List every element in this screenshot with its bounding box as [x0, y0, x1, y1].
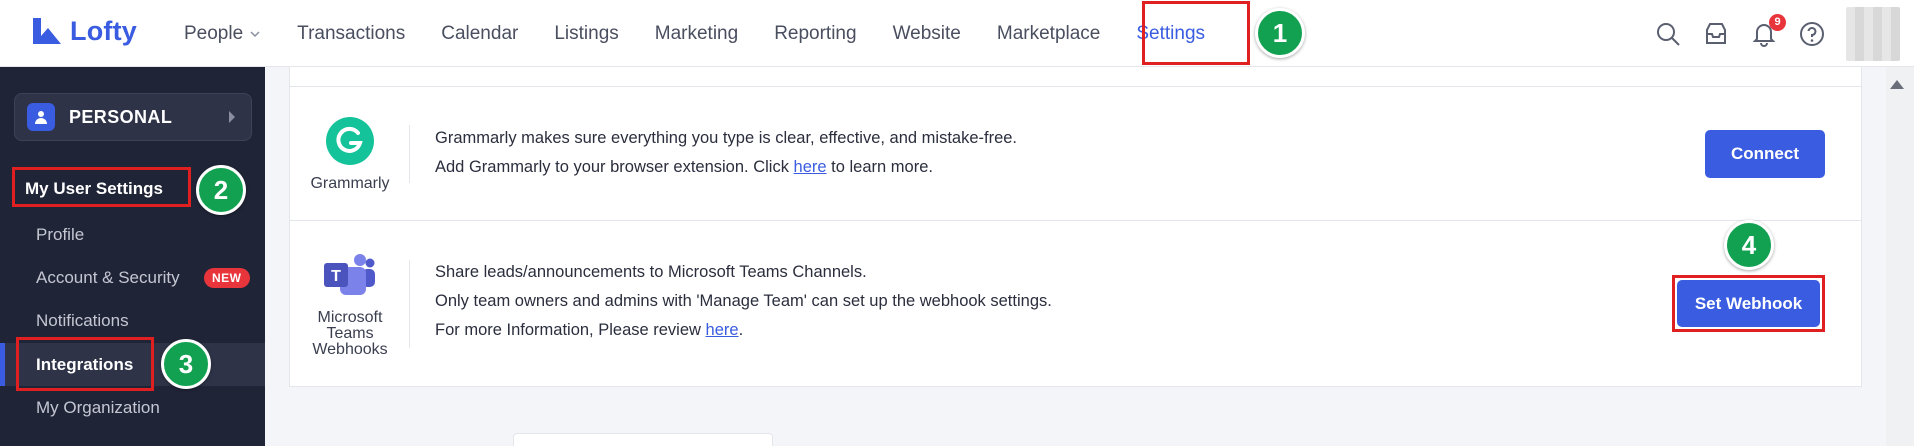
highlight-box-my-user-settings [12, 167, 191, 207]
step-marker-4: 4 [1724, 220, 1774, 270]
nav-reporting[interactable]: Reporting [756, 0, 874, 67]
sidebar-item-my-organization[interactable]: My Organization [36, 398, 160, 418]
grammarly-desc-line1: Grammarly makes sure everything you type… [435, 129, 1018, 147]
grammarly-divider [409, 125, 410, 183]
grammarly-name: Grammarly [310, 175, 390, 192]
help-icon[interactable] [1798, 20, 1826, 48]
nav-transactions[interactable]: Transactions [279, 0, 423, 67]
teams-name-line1: Microsoft [317, 309, 383, 326]
inbox-icon[interactable] [1702, 20, 1730, 48]
main-nav: People Transactions Calendar Listings Ma… [166, 0, 1223, 67]
highlight-box-set-webhook [1672, 275, 1825, 332]
teams-here-link[interactable]: here [706, 321, 739, 339]
grammarly-description: Grammarly makes sure everything you type… [435, 124, 1017, 182]
sidebar-item-profile[interactable]: Profile [36, 225, 84, 245]
chevron-right-icon [229, 111, 235, 123]
step-marker-2: 2 [196, 165, 246, 215]
grammarly-logo [326, 117, 374, 165]
sidebar-item-account-security[interactable]: Account & Security [36, 268, 180, 288]
bell-icon[interactable]: 9 [1750, 13, 1786, 48]
connect-button[interactable]: Connect [1705, 130, 1825, 178]
workspace-label: PERSONAL [69, 106, 173, 127]
sidebar-active-indicator [0, 343, 5, 386]
scroll-up-icon[interactable] [1890, 80, 1904, 89]
person-icon [27, 103, 55, 131]
svg-text:T: T [331, 268, 341, 285]
step-marker-1: 1 [1255, 8, 1305, 58]
nav-listings[interactable]: Listings [536, 0, 636, 67]
teams-desc-line3: For more Information, Please review here… [435, 316, 1052, 345]
teams-name-line2: Teams [326, 325, 374, 342]
top-icons: 9 [1654, 0, 1900, 67]
chevron-down-icon [250, 30, 260, 37]
nav-calendar[interactable]: Calendar [423, 0, 536, 67]
grammarly-desc-suffix: to learn more. [826, 158, 933, 176]
microsoft-teams-icon: T [324, 254, 375, 295]
teams-logo: T [322, 251, 376, 299]
sidebar: PERSONAL My User Settings Profile Accoun… [0, 67, 265, 446]
card-divider [289, 86, 1862, 87]
avatar[interactable] [1846, 6, 1900, 61]
logo-text: Lofty [70, 15, 137, 46]
grammarly-desc-line2: Add Grammarly to your browser extension.… [435, 153, 1017, 182]
teams-desc-line2: Only team owners and admins with 'Manage… [435, 292, 1052, 310]
top-nav-bar: Lofty People Transactions Calendar Listi… [0, 0, 1914, 67]
nav-marketplace[interactable]: Marketplace [979, 0, 1119, 67]
teams-name: Microsoft Teams Webhooks [300, 310, 400, 358]
nav-people-label: People [184, 22, 244, 44]
teams-desc-suffix: . [738, 321, 744, 339]
bottom-panel [513, 433, 773, 446]
sidebar-item-notifications[interactable]: Notifications [36, 311, 129, 331]
lofty-logo-icon [33, 18, 61, 44]
workspace-switcher[interactable]: PERSONAL [14, 93, 252, 141]
grammarly-here-link[interactable]: here [794, 158, 827, 176]
notification-count-badge: 9 [1769, 13, 1786, 31]
nav-people[interactable]: People [166, 0, 279, 67]
nav-website[interactable]: Website [875, 0, 979, 67]
grammarly-icon [326, 117, 374, 165]
teams-divider [409, 260, 410, 348]
teams-desc-line1: Share leads/announcements to Microsoft T… [435, 263, 867, 281]
row-divider [290, 220, 1861, 221]
scrollbar[interactable] [1886, 67, 1914, 446]
teams-description: Share leads/announcements to Microsoft T… [435, 258, 1052, 345]
teams-desc-text: For more Information, Please review [435, 321, 706, 339]
nav-marketing[interactable]: Marketing [637, 0, 756, 67]
teams-name-line3: Webhooks [312, 341, 388, 358]
step-marker-3: 3 [161, 339, 211, 389]
lofty-logo[interactable]: Lofty [30, 14, 137, 48]
grammarly-desc-text: Add Grammarly to your browser extension.… [435, 158, 794, 176]
new-badge: NEW [204, 268, 250, 288]
search-icon[interactable] [1654, 20, 1682, 48]
highlight-box-settings [1142, 1, 1250, 65]
highlight-box-integrations [16, 337, 154, 391]
